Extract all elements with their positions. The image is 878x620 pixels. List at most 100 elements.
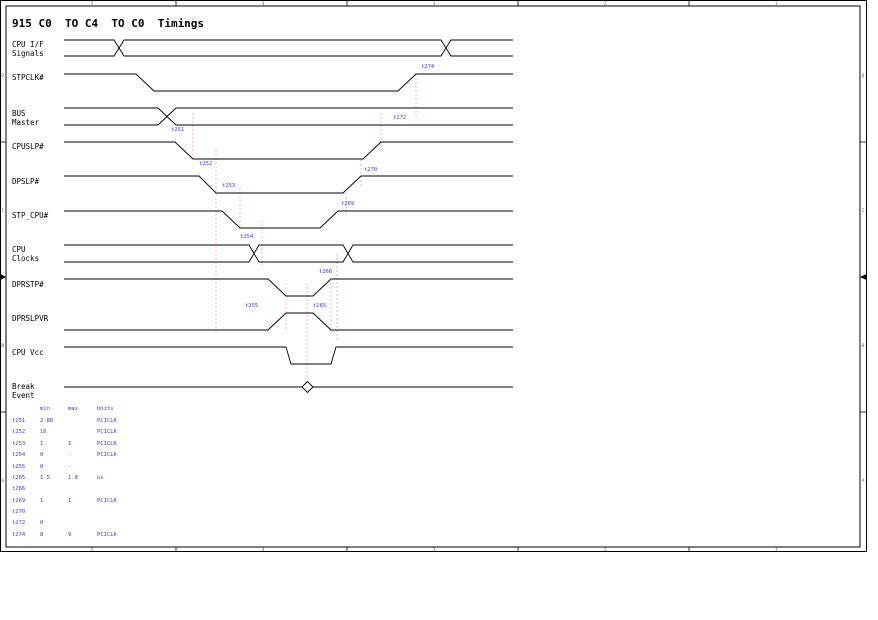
signal-label-dprstp: DPRSTP#: [12, 280, 44, 289]
table-row: t252 16 PCICLK: [12, 429, 118, 435]
table-cell-min: 16: [40, 429, 47, 435]
signal-label-dpslp: DPSLP#: [12, 177, 40, 186]
waveform-cpu-clocks-a: [64, 244, 513, 263]
timing-diagram-sheet: 5 4 3 2 1 5 4 3 2 1 D C B A D C B A 915 …: [0, 0, 867, 552]
timing-label-t265: t265: [313, 303, 326, 309]
zone-left-a: A: [2, 478, 5, 483]
signal-label-line: CPU Vcc: [12, 348, 44, 357]
table-cell-units: PCICLK: [97, 429, 118, 435]
waveform-cpuslp: [64, 141, 513, 160]
table-cell-units: PCICLK: [97, 418, 118, 424]
zone-right-d: D: [862, 73, 865, 78]
table-cell-min: 1.5: [40, 475, 50, 481]
table-cell-min: 1: [40, 498, 43, 504]
table-cell-max: 1.8: [68, 475, 78, 481]
timing-label-t252: t252: [199, 161, 212, 167]
timing-table: min max Units t251 2.88 PCICLK t252 16 P…: [12, 406, 118, 538]
timing-label-t266: t266: [319, 269, 332, 275]
timing-label-t269: t269: [341, 201, 354, 207]
signal-label-line: DPRSTP#: [12, 280, 44, 289]
timing-label-t274: t274: [421, 64, 435, 70]
table-cell-name: t274: [12, 532, 26, 538]
signal-label-break-event: Break Event: [12, 382, 39, 400]
outer-frame: [0, 0, 867, 552]
table-cell-max: 1: [68, 498, 71, 504]
table-cell-name: t251: [12, 418, 25, 424]
table-header-min: min: [40, 406, 50, 412]
table-row: t270: [12, 509, 25, 515]
zone-left-b: B: [2, 343, 5, 348]
waveform-dprstp: [64, 278, 513, 297]
table-cell-name: t253: [12, 441, 25, 447]
table-row: t265 1.5 1.8 us: [12, 475, 104, 481]
table-cell-units: PCICLK: [97, 498, 118, 504]
zone-top-5: 1: [775, 1, 778, 6]
table-cell-name: t266: [12, 486, 25, 492]
signal-label-line: CPUSLP#: [12, 142, 44, 151]
waveforms: [64, 39, 513, 394]
timing-label-t251: t251: [171, 127, 184, 133]
table-cell-min: 8: [40, 532, 43, 538]
table-cell-units: us: [97, 475, 104, 481]
timing-label-t255: t255: [245, 303, 258, 309]
signal-label-bus-master: BUS Master: [12, 109, 40, 127]
right-center-arrow: [860, 274, 867, 280]
signal-label-dprslpvr: DPRSLPVR: [12, 314, 49, 323]
signal-label-stpclk: STPCLK#: [12, 73, 44, 82]
waveform-cpu-clocks-b: [64, 244, 513, 263]
signal-label-cpu-if-signals: CPU I/F Signals: [12, 40, 48, 58]
waveform-stp-cpu: [64, 210, 513, 229]
table-row: t251 2.88 PCICLK: [12, 418, 118, 424]
zone-right-c: C: [862, 208, 865, 213]
table-cell-max: 1: [68, 441, 71, 447]
table-cell-name: t272: [12, 520, 25, 526]
table-cell-name: t252: [12, 429, 25, 435]
zone-top-2: 4: [262, 1, 265, 6]
zone-right-b: B: [862, 343, 865, 348]
table-cell-min: 1: [40, 441, 43, 447]
signal-label-line: DPRSLPVR: [12, 314, 49, 323]
table-row: t255 0 -: [12, 464, 71, 470]
signal-label-stp-cpu: STP_CPU#: [12, 211, 49, 220]
table-header-units: Units: [97, 406, 114, 412]
signal-label-line: Signals: [12, 49, 44, 58]
signal-label-line: Clocks: [12, 254, 39, 263]
table-row: t272 0: [12, 520, 43, 526]
table-cell-name: t255: [12, 464, 25, 470]
table-cell-min: 0: [40, 520, 43, 526]
table-cell-min: 0: [40, 464, 43, 470]
zone-right-a: A: [862, 478, 865, 483]
table-row: t253 1 1 PCICLK: [12, 441, 118, 447]
waveform-stpclk: [64, 73, 513, 92]
signal-label-cpu-clocks: CPU Clocks: [12, 245, 39, 263]
table-cell-name: t270: [12, 509, 25, 515]
table-cell-min: 2.88: [40, 418, 53, 424]
table-row: t254 0 - PCICLK: [12, 452, 118, 458]
waveform-cpu-if-bottom: [64, 39, 513, 57]
signal-label-line: CPU I/F: [12, 40, 44, 49]
zone-top-3: 3: [433, 1, 436, 6]
signal-label-cpu-vcc: CPU Vcc: [12, 348, 44, 357]
left-center-arrow: [0, 274, 6, 280]
zone-top-1: 5: [91, 1, 94, 6]
break-event-diamond: [301, 380, 314, 394]
table-cell-max: -: [68, 464, 71, 470]
zone-left-c: C: [2, 208, 5, 213]
signal-label-line: Master: [12, 118, 40, 127]
waveform-bus-master-b: [64, 107, 513, 126]
waveform-cpu-vcc: [64, 346, 513, 365]
zone-ticks: [0, 0, 867, 552]
timing-label-t254: t254: [240, 234, 254, 240]
signal-label-line: Event: [12, 391, 35, 400]
table-cell-name: t269: [12, 498, 25, 504]
zone-top-4: 2: [604, 1, 607, 6]
diagram-title: 915 C0 TO C4 TO C0 Timings: [12, 17, 204, 30]
table-cell-min: 0: [40, 452, 43, 458]
timing-label-t253: t253: [222, 183, 235, 189]
waveform-dprslpvr: [64, 312, 513, 331]
signal-label-cpuslp: CPUSLP#: [12, 142, 44, 151]
table-cell-units: PCICLK: [97, 452, 118, 458]
signal-label-line: STP_CPU#: [12, 211, 49, 220]
signal-label-line: CPU: [12, 245, 26, 254]
waveform-bus-master-a: [64, 107, 513, 126]
